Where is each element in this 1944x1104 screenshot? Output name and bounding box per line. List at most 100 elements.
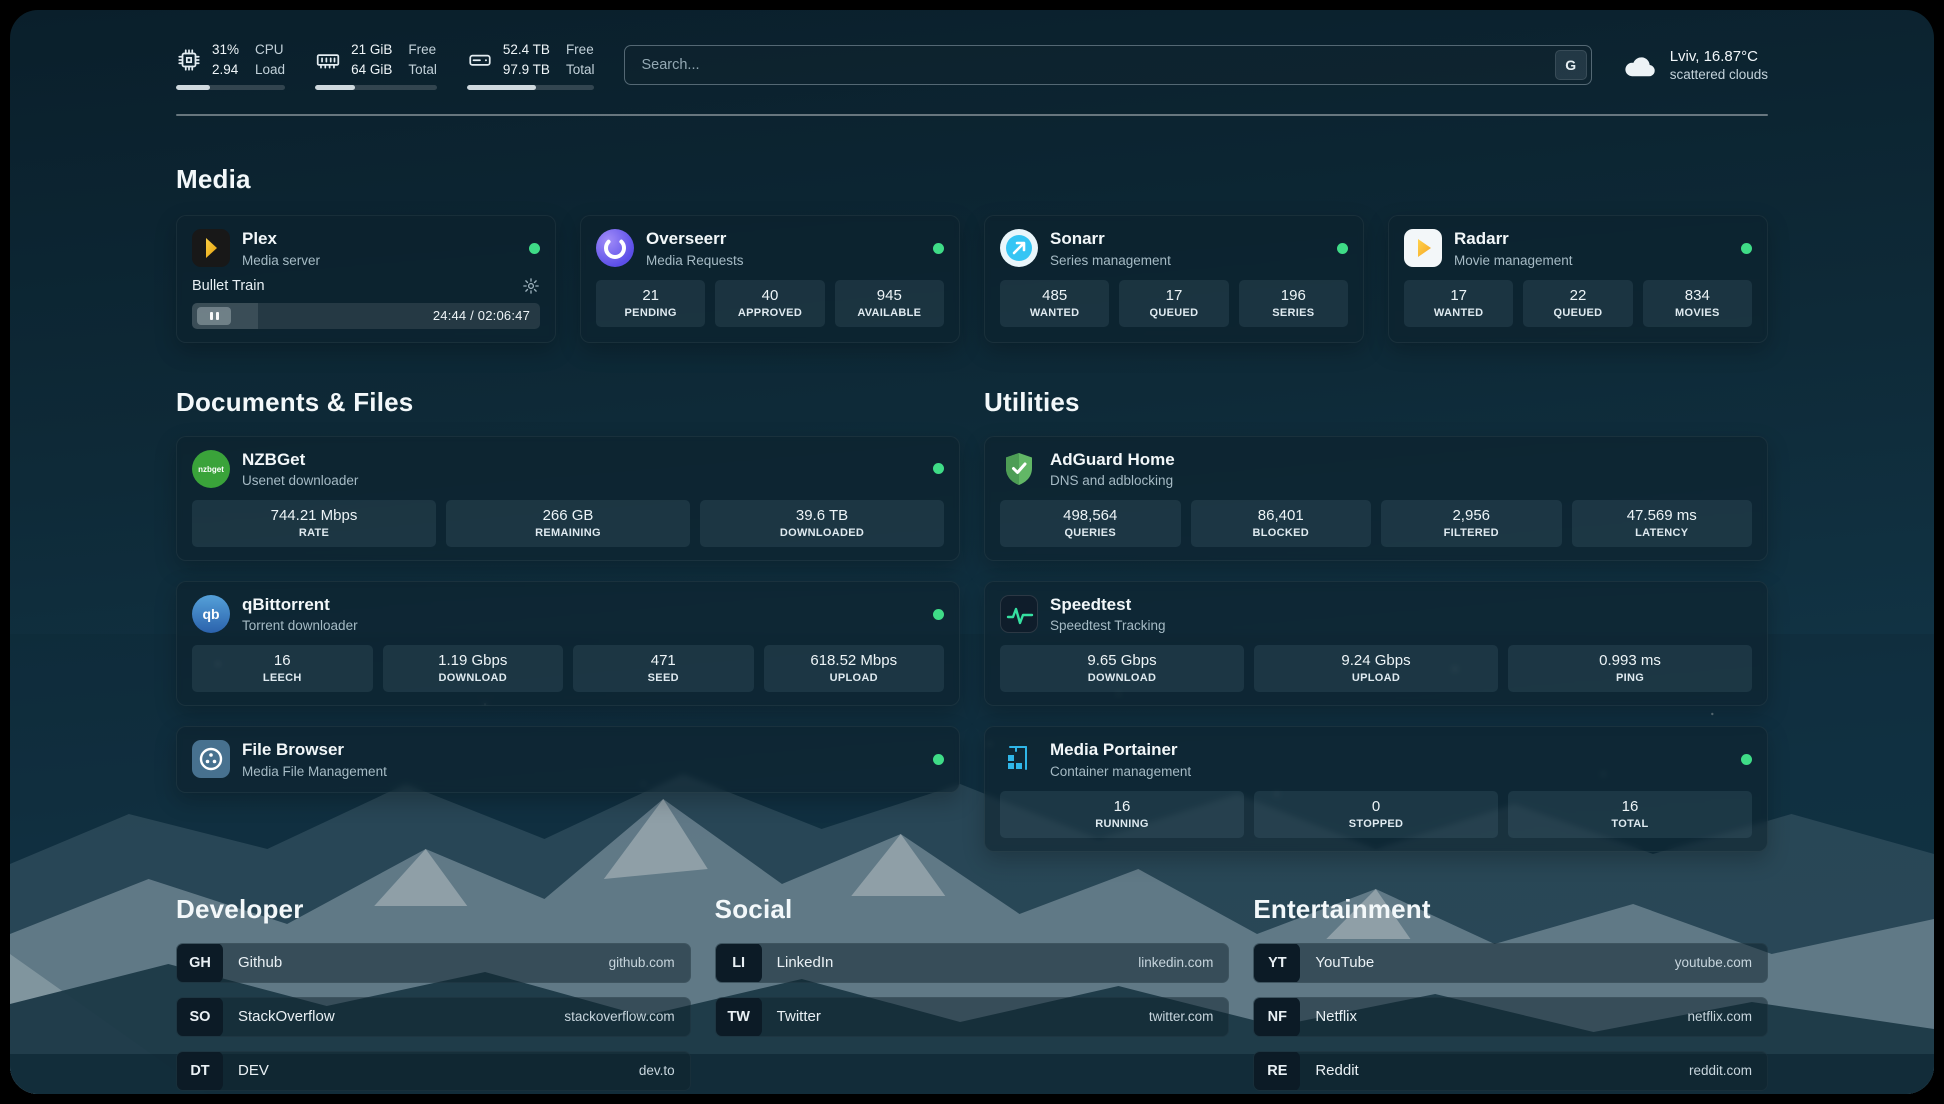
disk-progress-bar xyxy=(467,85,595,90)
sonarr-icon xyxy=(1000,229,1038,267)
pause-button[interactable] xyxy=(197,307,231,325)
media-grid: Plex Media server Bullet Train 24:44 / 0 xyxy=(176,215,1768,342)
bookmark-linkedin[interactable]: LI LinkedIn linkedin.com xyxy=(715,943,1230,983)
service-name: AdGuard Home xyxy=(1050,450,1175,470)
cpu-load-label: Load xyxy=(255,60,285,80)
ram-progress-bar xyxy=(315,85,437,90)
dev-icon: DT xyxy=(177,1051,223,1091)
stat-wanted: 485WANTED xyxy=(1000,280,1109,327)
status-dot xyxy=(933,754,944,765)
stackoverflow-icon: SO xyxy=(177,997,223,1037)
status-dot xyxy=(1741,243,1752,254)
speedtest-icon xyxy=(1000,595,1038,633)
linkedin-icon: LI xyxy=(716,943,762,983)
status-dot xyxy=(1741,754,1752,765)
ram-free-label: Free xyxy=(408,40,437,60)
section-title-entertainment: Entertainment xyxy=(1253,894,1768,925)
weather-location: Lviv, 16.87°C xyxy=(1670,48,1768,65)
service-desc: Container management xyxy=(1050,764,1191,779)
playback-time: 24:44 / 02:06:47 xyxy=(433,308,540,323)
service-card-overseerr[interactable]: Overseerr Media Requests 21PENDING 40APP… xyxy=(580,215,960,342)
plex-icon xyxy=(192,229,230,267)
svg-text:nzbget: nzbget xyxy=(198,465,224,474)
service-name: Media Portainer xyxy=(1050,740,1191,760)
stat-queries: 498,564QUERIES xyxy=(1000,500,1181,547)
stat-queued: 22QUEUED xyxy=(1523,280,1632,327)
bookmark-url: netflix.com xyxy=(1687,1009,1752,1024)
bookmark-stackoverflow[interactable]: SO StackOverflow stackoverflow.com xyxy=(176,997,691,1037)
service-name: Overseerr xyxy=(646,229,744,249)
stat-series: 196SERIES xyxy=(1239,280,1348,327)
stat-ping: 0.993 msPING xyxy=(1508,645,1752,692)
service-card-nzbget[interactable]: nzbget NZBGet Usenet downloader 744.21 M… xyxy=(176,436,960,561)
ram-total-value: 64 GiB xyxy=(351,60,392,80)
weather-widget: Lviv, 16.87°C scattered clouds xyxy=(1622,48,1768,82)
stat-total: 16TOTAL xyxy=(1508,791,1752,838)
utilities-column: Utilities AdGuard Home xyxy=(984,343,1768,852)
service-name: Radarr xyxy=(1454,229,1573,249)
stat-download: 9.65 GbpsDOWNLOAD xyxy=(1000,645,1244,692)
service-desc: Movie management xyxy=(1454,253,1573,268)
topbar-divider xyxy=(176,114,1768,116)
playback-progress[interactable]: 24:44 / 02:06:47 xyxy=(192,303,540,329)
youtube-icon: YT xyxy=(1254,943,1300,983)
service-card-portainer[interactable]: Media Portainer Container management 16R… xyxy=(984,726,1768,851)
search-bar: G xyxy=(624,45,1591,85)
bookmark-reddit[interactable]: RE Reddit reddit.com xyxy=(1253,1051,1768,1091)
bookmark-twitter[interactable]: TW Twitter twitter.com xyxy=(715,997,1230,1037)
bookmark-youtube[interactable]: YT YouTube youtube.com xyxy=(1253,943,1768,983)
cpu-metric: 31% 2.94 CPU Load xyxy=(176,40,285,90)
stat-download: 1.19 GbpsDOWNLOAD xyxy=(383,645,564,692)
weather-condition: scattered clouds xyxy=(1670,67,1768,82)
reddit-icon: RE xyxy=(1254,1051,1300,1091)
disk-free-label: Free xyxy=(566,40,595,60)
search-engine-button[interactable]: G xyxy=(1555,50,1587,80)
stat-blocked: 86,401BLOCKED xyxy=(1191,500,1372,547)
service-card-adguard[interactable]: AdGuard Home DNS and adblocking 498,564Q… xyxy=(984,436,1768,561)
service-name: Speedtest xyxy=(1050,595,1166,615)
service-card-qbittorrent[interactable]: qb qBittorrent Torrent downloader 16LEEC… xyxy=(176,581,960,706)
bookmark-group-developer: Developer GH Github github.com SO StackO… xyxy=(176,852,691,1094)
disk-metric: 52.4 TB 97.9 TB Free Total xyxy=(467,40,595,90)
service-desc: Media File Management xyxy=(242,764,387,779)
service-card-plex[interactable]: Plex Media server Bullet Train 24:44 / 0 xyxy=(176,215,556,342)
section-title-media: Media xyxy=(176,164,1768,195)
bookmark-github[interactable]: GH Github github.com xyxy=(176,943,691,983)
stat-stopped: 0STOPPED xyxy=(1254,791,1498,838)
service-desc: Speedtest Tracking xyxy=(1050,618,1166,633)
bookmark-name: StackOverflow xyxy=(238,1008,335,1025)
service-name: Sonarr xyxy=(1050,229,1171,249)
gear-icon[interactable] xyxy=(522,277,540,295)
bookmark-dev[interactable]: DT DEV dev.to xyxy=(176,1051,691,1091)
stat-filtered: 2,956FILTERED xyxy=(1381,500,1562,547)
status-dot xyxy=(529,243,540,254)
service-name: Plex xyxy=(242,229,320,249)
adguard-icon xyxy=(1000,450,1038,488)
search-input[interactable] xyxy=(624,45,1591,85)
section-title-documents: Documents & Files xyxy=(176,387,960,418)
bookmark-group-social: Social LI LinkedIn linkedin.com TW Twitt… xyxy=(715,852,1230,1051)
service-card-speedtest[interactable]: Speedtest Speedtest Tracking 9.65 GbpsDO… xyxy=(984,581,1768,706)
ram-metric: 21 GiB 64 GiB Free Total xyxy=(315,40,437,90)
stat-downloaded: 39.6 TBDOWNLOADED xyxy=(700,500,944,547)
stat-seed: 471SEED xyxy=(573,645,754,692)
service-desc: Torrent downloader xyxy=(242,618,358,633)
service-card-radarr[interactable]: Radarr Movie management 17WANTED 22QUEUE… xyxy=(1388,215,1768,342)
portainer-icon xyxy=(1000,740,1038,778)
service-card-filebrowser[interactable]: File Browser Media File Management xyxy=(176,726,960,792)
now-playing-title: Bullet Train xyxy=(192,278,265,294)
system-metrics: 31% 2.94 CPU Load xyxy=(176,40,594,90)
section-title-utilities: Utilities xyxy=(984,387,1768,418)
ram-free-value: 21 GiB xyxy=(351,40,392,60)
service-desc: Series management xyxy=(1050,253,1171,268)
bookmark-name: Netflix xyxy=(1315,1008,1357,1025)
status-dot xyxy=(1337,243,1348,254)
service-card-sonarr[interactable]: Sonarr Series management 485WANTED 17QUE… xyxy=(984,215,1364,342)
disk-icon xyxy=(467,47,493,73)
bookmark-name: Github xyxy=(238,954,282,971)
bookmark-netflix[interactable]: NF Netflix netflix.com xyxy=(1253,997,1768,1037)
disk-free-value: 52.4 TB xyxy=(503,40,550,60)
service-desc: Usenet downloader xyxy=(242,473,358,488)
qbittorrent-icon: qb xyxy=(192,595,230,633)
dashboard-root: 31% 2.94 CPU Load xyxy=(10,10,1934,1094)
